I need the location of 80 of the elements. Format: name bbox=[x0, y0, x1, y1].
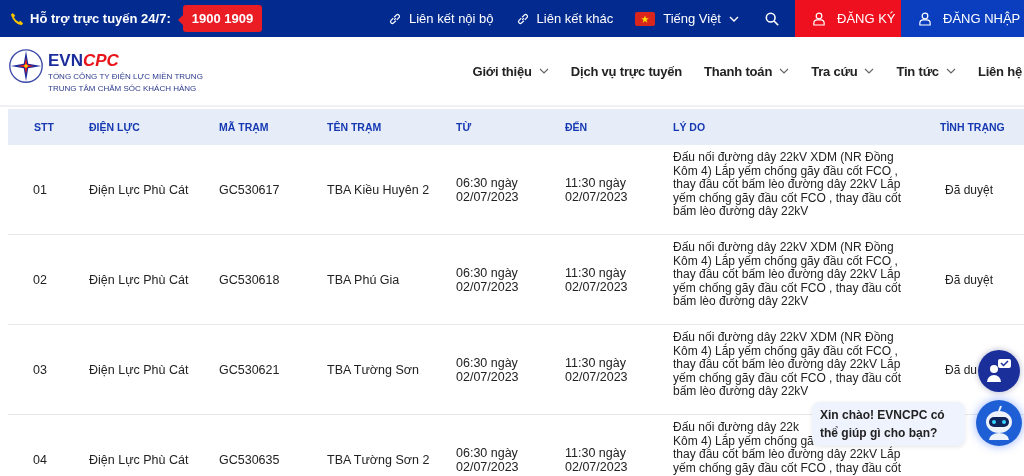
table-cell: Điện Lực Phù Cát bbox=[89, 362, 189, 377]
reason-text-line: thay đầu cốt bấm lèo đường dây 22kV Lắp bbox=[673, 448, 901, 462]
nav-item[interactable]: Giới thiệu bbox=[472, 63, 549, 79]
nav-item[interactable]: Tin tức bbox=[896, 63, 956, 79]
table-cell: GC530617 bbox=[219, 182, 280, 197]
phone-icon bbox=[10, 11, 24, 26]
reason-text-line: bấm lèo đường dây 22kV bbox=[673, 295, 809, 309]
table-cell-text: 11:30 ngày 02/07/2023 bbox=[565, 175, 629, 204]
reason-text-line: Kôm 4) Lắp yếm chống gãy đầu cốt FCO , bbox=[673, 254, 898, 268]
table-cell: GC530618 bbox=[219, 272, 280, 287]
table-cell: TBA Phú Gia bbox=[327, 272, 400, 287]
table-cell: Điện Lực Phù Cát bbox=[89, 182, 189, 197]
search-icon[interactable] bbox=[765, 11, 779, 26]
brand-name: EVNCPC bbox=[48, 50, 120, 71]
user-icon bbox=[919, 11, 931, 26]
table-cell-text: 06:30 ngày 02/07/2023 bbox=[456, 445, 520, 474]
table-cell-text: 06:30 ngày 02/07/2023 bbox=[456, 265, 520, 294]
chatbot-robot-button[interactable] bbox=[976, 400, 1022, 446]
column-header: ĐIỆN LỰC bbox=[89, 121, 140, 133]
reason-text-line: thay đầu cốt bấm lèo đường dây 22kV Lắp bbox=[673, 358, 901, 372]
column-header: MÃ TRẠM bbox=[219, 121, 269, 133]
status-text: Đã duyệt bbox=[945, 182, 994, 197]
table-cell: TBA Tường Sơn bbox=[327, 362, 419, 377]
table-cell: 01 bbox=[33, 182, 47, 197]
reason-text-line: Kôm 4) Lắp yếm chống gãy đầu cốt FCO , bbox=[673, 164, 898, 178]
table-cell: Điện Lực Phù Cát bbox=[89, 272, 189, 287]
reason-text-line: bấm lèo đường dây 22kV bbox=[673, 205, 809, 219]
table-cell: 02 bbox=[33, 272, 47, 287]
reason-text-line: thay đầu cốt bấm lèo đường dây 22kV Lắp bbox=[673, 268, 901, 282]
nav-item[interactable]: Tra cứu bbox=[811, 63, 875, 79]
table-cell-text: 11:30 ngày 02/07/2023 bbox=[565, 355, 629, 384]
column-header: STT bbox=[34, 121, 54, 133]
nav-item[interactable]: Thanh toán bbox=[704, 63, 790, 79]
user-icon bbox=[813, 11, 825, 26]
reason-text-line: yếm chống gãy đầu cốt FCO , thay đầu cốt bbox=[673, 461, 902, 475]
table-cell: 03 bbox=[33, 362, 47, 377]
link-menu[interactable]: Liên kết khác bbox=[515, 11, 614, 26]
table-cell: 04 bbox=[33, 452, 47, 467]
column-header: ĐẾN bbox=[565, 121, 588, 133]
table-cell: TBA Kiều Huyên 2 bbox=[327, 182, 430, 197]
column-header: LÝ DO bbox=[673, 121, 706, 133]
nav-item[interactable]: Liên hệ bbox=[977, 63, 1022, 79]
table-cell: Điện Lực Phù Cát bbox=[89, 452, 189, 467]
chevron-down-icon bbox=[729, 15, 739, 22]
support-agent-button[interactable] bbox=[978, 350, 1020, 392]
table-cell-text: 06:30 ngày 02/07/2023 bbox=[456, 175, 520, 204]
reason-text-line: Đấu nối đường dây 22kV XDM (NR Đồng bbox=[673, 151, 894, 165]
link-icon bbox=[515, 11, 530, 26]
nav-item[interactable]: Dịch vụ trực tuyến bbox=[570, 63, 683, 79]
company-name: TỔNG CÔNG TY ĐIỆN LỰC MIỀN TRUNG bbox=[48, 70, 203, 83]
reason-text-line: yếm chống gãy đầu cốt FCO , thay đầu cốt bbox=[673, 191, 902, 205]
star-logo-icon bbox=[8, 47, 44, 84]
table-cell: GC530621 bbox=[219, 362, 280, 377]
link-menu[interactable]: Liên kết nội bộ bbox=[388, 11, 494, 26]
table-cell: TBA Tường Sơn 2 bbox=[327, 452, 430, 467]
table-cell-text: 11:30 ngày 02/07/2023 bbox=[565, 265, 629, 294]
column-header: TÌNH TRẠNG bbox=[940, 121, 1005, 133]
table-cell-text: 06:30 ngày 02/07/2023 bbox=[456, 355, 520, 384]
status-text: Đã duyệt bbox=[945, 272, 994, 287]
reason-text-line: Kôm 4) Lắp yếm chống gã bbox=[673, 434, 814, 448]
vietnam-flag-icon bbox=[635, 11, 656, 26]
login-button[interactable]: ĐĂNG NHẬP bbox=[901, 0, 1024, 37]
reason-text-line: thay đầu cốt bấm lèo đường dây 22kV Lắp bbox=[673, 178, 901, 192]
reason-text-line: Đấu nối đường dây 22kV XDM (NR Đồng bbox=[673, 331, 894, 345]
status-text: Đã du bbox=[945, 362, 978, 377]
reason-text-line: yếm chống gãy đầu cốt FCO , thay đầu cốt bbox=[673, 281, 902, 295]
column-header: TỪ bbox=[456, 121, 472, 133]
center-name: TRUNG TÂM CHĂM SÓC KHÁCH HÀNG bbox=[48, 82, 198, 95]
table-cell-text: 11:30 ngày 02/07/2023 bbox=[565, 445, 629, 474]
reason-text-line: Đấu nối đường dây 22kV XDM (NR Đồng bbox=[673, 241, 894, 255]
column-header: TÊN TRẠM bbox=[327, 121, 382, 133]
language-selector[interactable]: Tiếng Việt bbox=[635, 11, 739, 26]
reason-text-line: Đấu nối đường dây 22k bbox=[673, 421, 799, 435]
link-icon bbox=[388, 11, 402, 26]
register-button[interactable]: ĐĂNG KÝ bbox=[795, 0, 901, 37]
reason-text-line: yếm chống gãy đầu cốt FCO , thay đầu cốt bbox=[673, 371, 902, 385]
table-cell: GC530635 bbox=[219, 452, 280, 467]
reason-text-line: bấm lèo đường dây 22kV bbox=[673, 385, 809, 399]
reason-text-line: Kôm 4) Lắp yếm chống gãy đầu cốt FCO , bbox=[673, 344, 898, 358]
support-label: Hỗ trợ trực tuyến 24/7: bbox=[30, 11, 171, 26]
